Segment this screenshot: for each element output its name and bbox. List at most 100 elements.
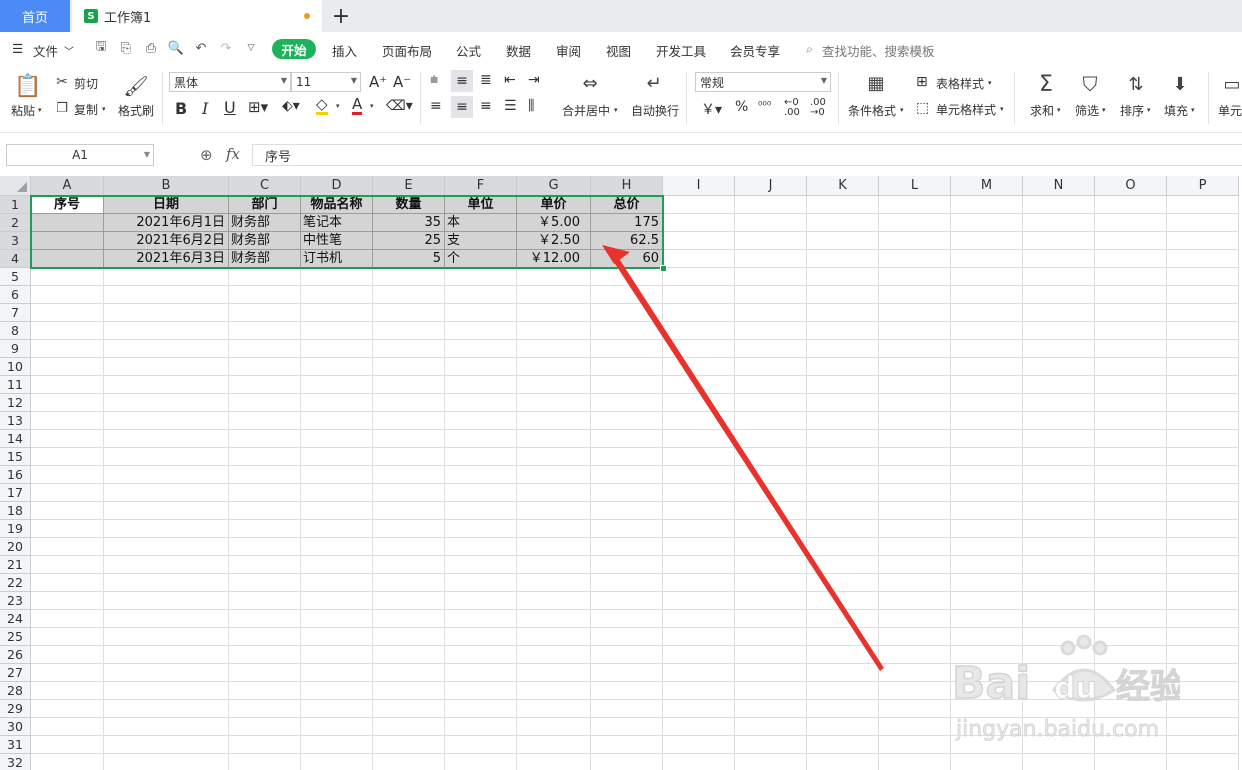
- cell-N8[interactable]: [1023, 322, 1095, 340]
- cell-L16[interactable]: [879, 466, 951, 484]
- cell-A6[interactable]: [31, 286, 104, 304]
- cell-J28[interactable]: [735, 682, 807, 700]
- cell-K12[interactable]: [807, 394, 879, 412]
- cell-N21[interactable]: [1023, 556, 1095, 574]
- cell-H23[interactable]: [591, 592, 663, 610]
- menu-file[interactable]: 文件: [33, 41, 58, 60]
- cell-N16[interactable]: [1023, 466, 1095, 484]
- cell-H29[interactable]: [591, 700, 663, 718]
- row-header-21[interactable]: 21: [0, 556, 31, 574]
- cell-P3[interactable]: [1167, 232, 1239, 250]
- cell-M12[interactable]: [951, 394, 1023, 412]
- cell-F21[interactable]: [445, 556, 517, 574]
- cell-K8[interactable]: [807, 322, 879, 340]
- cell-D7[interactable]: [301, 304, 373, 322]
- more-chevron-icon[interactable]: ▽: [244, 41, 258, 55]
- cell-A29[interactable]: [31, 700, 104, 718]
- cell-K9[interactable]: [807, 340, 879, 358]
- cell-P24[interactable]: [1167, 610, 1239, 628]
- cell-L4[interactable]: [879, 250, 951, 268]
- cell-B7[interactable]: [104, 304, 229, 322]
- cell-L10[interactable]: [879, 358, 951, 376]
- cell-A18[interactable]: [31, 502, 104, 520]
- cell-J18[interactable]: [735, 502, 807, 520]
- cell-J23[interactable]: [735, 592, 807, 610]
- cell-I15[interactable]: [663, 448, 735, 466]
- row-header-27[interactable]: 27: [0, 664, 31, 682]
- cell-D8[interactable]: [301, 322, 373, 340]
- column-header-I[interactable]: I: [663, 176, 735, 196]
- cell-B21[interactable]: [104, 556, 229, 574]
- cell-A28[interactable]: [31, 682, 104, 700]
- cell-D19[interactable]: [301, 520, 373, 538]
- cell-G20[interactable]: [517, 538, 591, 556]
- cell-H17[interactable]: [591, 484, 663, 502]
- align-bottom-icon[interactable]: ≣: [480, 72, 492, 88]
- cell-B24[interactable]: [104, 610, 229, 628]
- cell-F12[interactable]: [445, 394, 517, 412]
- name-box[interactable]: A1 ▼: [6, 144, 154, 166]
- cell-H1[interactable]: 总价: [591, 196, 663, 214]
- cell-O3[interactable]: [1095, 232, 1167, 250]
- cell-O9[interactable]: [1095, 340, 1167, 358]
- cell-O17[interactable]: [1095, 484, 1167, 502]
- fill-handle[interactable]: [660, 265, 667, 272]
- cell-icon[interactable]: ▭: [1222, 72, 1242, 96]
- cell-H22[interactable]: [591, 574, 663, 592]
- cell-A21[interactable]: [31, 556, 104, 574]
- cell-D30[interactable]: [301, 718, 373, 736]
- cell-I2[interactable]: [663, 214, 735, 232]
- cell-J32[interactable]: [735, 754, 807, 770]
- cell-O19[interactable]: [1095, 520, 1167, 538]
- row-header-13[interactable]: 13: [0, 412, 31, 430]
- cell-H32[interactable]: [591, 754, 663, 770]
- cell-E23[interactable]: [373, 592, 445, 610]
- save-icon[interactable]: 🖫: [94, 39, 108, 55]
- cell-P17[interactable]: [1167, 484, 1239, 502]
- cell-P11[interactable]: [1167, 376, 1239, 394]
- cell-O22[interactable]: [1095, 574, 1167, 592]
- cell-O16[interactable]: [1095, 466, 1167, 484]
- cell-M1[interactable]: [951, 196, 1023, 214]
- cell-H10[interactable]: [591, 358, 663, 376]
- cell-K32[interactable]: [807, 754, 879, 770]
- cell-N2[interactable]: [1023, 214, 1095, 232]
- cell-K24[interactable]: [807, 610, 879, 628]
- cell-I13[interactable]: [663, 412, 735, 430]
- cell-L17[interactable]: [879, 484, 951, 502]
- cell-P14[interactable]: [1167, 430, 1239, 448]
- cell-B18[interactable]: [104, 502, 229, 520]
- cell-J21[interactable]: [735, 556, 807, 574]
- row-header-2[interactable]: 2: [0, 214, 31, 232]
- chevron-down-icon[interactable]: ▾: [370, 102, 374, 110]
- cell-E3[interactable]: 25: [373, 232, 445, 250]
- column-header-B[interactable]: B: [104, 176, 229, 196]
- column-header-E[interactable]: E: [373, 176, 445, 196]
- cell-D2[interactable]: 笔记本: [301, 214, 373, 232]
- chevron-down-icon[interactable]: ▾: [102, 105, 106, 113]
- cell-F13[interactable]: [445, 412, 517, 430]
- cell-F25[interactable]: [445, 628, 517, 646]
- cell-P22[interactable]: [1167, 574, 1239, 592]
- cell-F15[interactable]: [445, 448, 517, 466]
- cell-D1[interactable]: 物品名称: [301, 196, 373, 214]
- cell-H12[interactable]: [591, 394, 663, 412]
- cell-D23[interactable]: [301, 592, 373, 610]
- cell-E27[interactable]: [373, 664, 445, 682]
- cell-A26[interactable]: [31, 646, 104, 664]
- cell-K13[interactable]: [807, 412, 879, 430]
- cell-A7[interactable]: [31, 304, 104, 322]
- cell-A14[interactable]: [31, 430, 104, 448]
- cell-D28[interactable]: [301, 682, 373, 700]
- cell-F29[interactable]: [445, 700, 517, 718]
- cell-A4[interactable]: [31, 250, 104, 268]
- cell-M17[interactable]: [951, 484, 1023, 502]
- cell-B15[interactable]: [104, 448, 229, 466]
- row-header-20[interactable]: 20: [0, 538, 31, 556]
- wrap-text-button[interactable]: 自动换行: [631, 102, 679, 119]
- cell-F4[interactable]: 个: [445, 250, 517, 268]
- cell-P20[interactable]: [1167, 538, 1239, 556]
- row-header-1[interactable]: 1: [0, 196, 31, 214]
- cell-G10[interactable]: [517, 358, 591, 376]
- cell-H4[interactable]: 60: [591, 250, 663, 268]
